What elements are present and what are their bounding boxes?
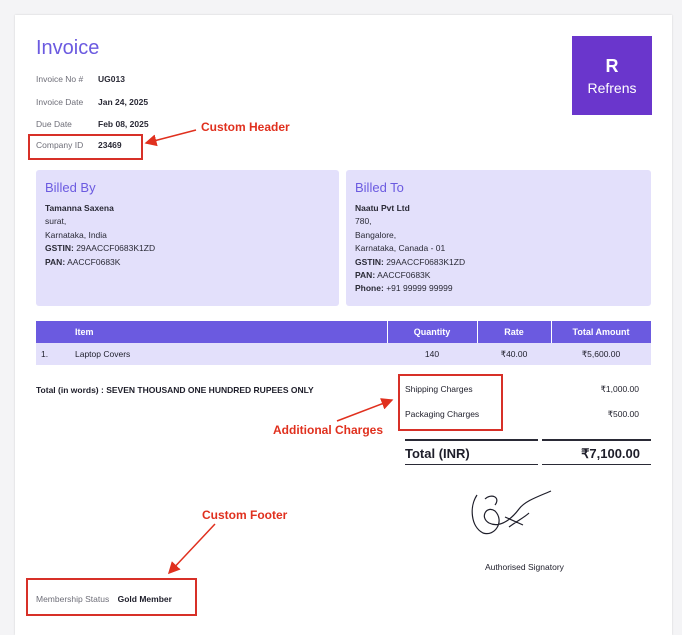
custom-header-arrow (144, 129, 197, 147)
invoice-page: Invoice Invoice No # UG013 Invoice Date Ja… (15, 15, 672, 635)
additional-charges-arrow (336, 398, 394, 422)
annotation-arrows (144, 129, 394, 575)
custom-footer-arrow (167, 523, 216, 575)
